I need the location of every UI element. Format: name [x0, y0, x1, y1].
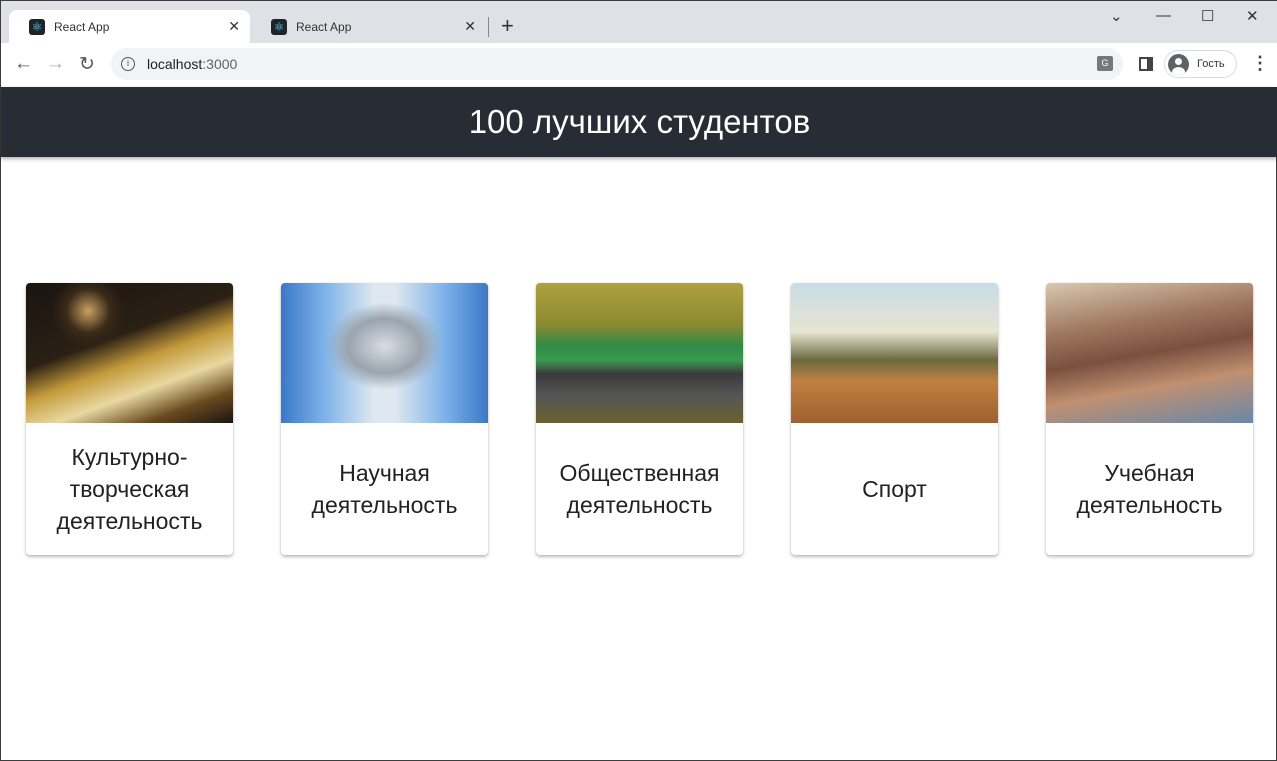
- site-info-icon[interactable]: i: [121, 57, 135, 71]
- profile-label: Гость: [1197, 58, 1225, 70]
- minimize-button[interactable]: —: [1156, 7, 1171, 24]
- category-label: Культурно-творческая деятельность: [56, 444, 203, 534]
- category-label: Общественная деятельность: [559, 460, 720, 518]
- category-card-sport[interactable]: Спорт: [791, 283, 998, 555]
- tab-1[interactable]: ⚛ React App ✕: [9, 10, 250, 43]
- back-button[interactable]: ←: [14, 53, 33, 75]
- runners-image: [791, 283, 998, 423]
- browser-menu-icon[interactable]: ⋮: [1251, 53, 1269, 74]
- address-bar[interactable]: i localhost:3000 G: [111, 48, 1123, 80]
- avatar-icon: [1168, 53, 1189, 75]
- category-label: Учебная деятельность: [1076, 460, 1223, 518]
- url-port: :3000: [202, 56, 238, 72]
- category-label: Научная деятельность: [311, 460, 458, 518]
- category-card-science[interactable]: Научная деятельность: [281, 283, 488, 555]
- category-card-culture[interactable]: Культурно-творческая деятельность: [26, 283, 233, 555]
- react-favicon-icon: ⚛: [29, 18, 45, 35]
- theatre-image: [26, 283, 233, 423]
- forward-button[interactable]: →: [46, 53, 65, 75]
- volunteers-image: [536, 283, 743, 423]
- page-title: 100 лучших студентов: [468, 103, 811, 140]
- profile-button[interactable]: Гость: [1164, 50, 1237, 78]
- browser-toolbar: ← → ↻ i localhost:3000 G Гость ⋮: [1, 43, 1277, 87]
- translate-icon[interactable]: G: [1097, 56, 1113, 71]
- new-tab-button[interactable]: +: [501, 13, 514, 39]
- tab-search-chevron-icon[interactable]: ⌄: [1110, 7, 1123, 25]
- category-card-study[interactable]: Учебная деятельность: [1046, 283, 1253, 555]
- maximize-button[interactable]: ☐: [1201, 7, 1214, 25]
- tab-separator: [488, 17, 489, 37]
- url-host: localhost: [147, 56, 203, 72]
- tab-title: React App: [54, 19, 110, 34]
- category-card-social[interactable]: Общественная деятельность: [536, 283, 743, 555]
- close-tab-icon[interactable]: ✕: [464, 18, 476, 35]
- reload-button[interactable]: ↻: [79, 53, 95, 76]
- react-favicon-icon: ⚛: [271, 18, 287, 35]
- microscope-image: [281, 283, 488, 423]
- tab-title: React App: [296, 19, 352, 34]
- lecture-hall-image: [1046, 283, 1253, 423]
- tab-bar: ⚛ React App ✕ ⚛ React App ✕ + ⌄ — ☐ ✕: [1, 1, 1277, 43]
- page-header: 100 лучших студентов: [1, 87, 1277, 157]
- close-window-button[interactable]: ✕: [1246, 7, 1259, 25]
- side-panel-icon[interactable]: [1139, 57, 1153, 71]
- category-label: Спорт: [862, 476, 927, 502]
- tab-2[interactable]: ⚛ React App ✕: [251, 10, 486, 43]
- close-tab-icon[interactable]: ✕: [228, 18, 240, 35]
